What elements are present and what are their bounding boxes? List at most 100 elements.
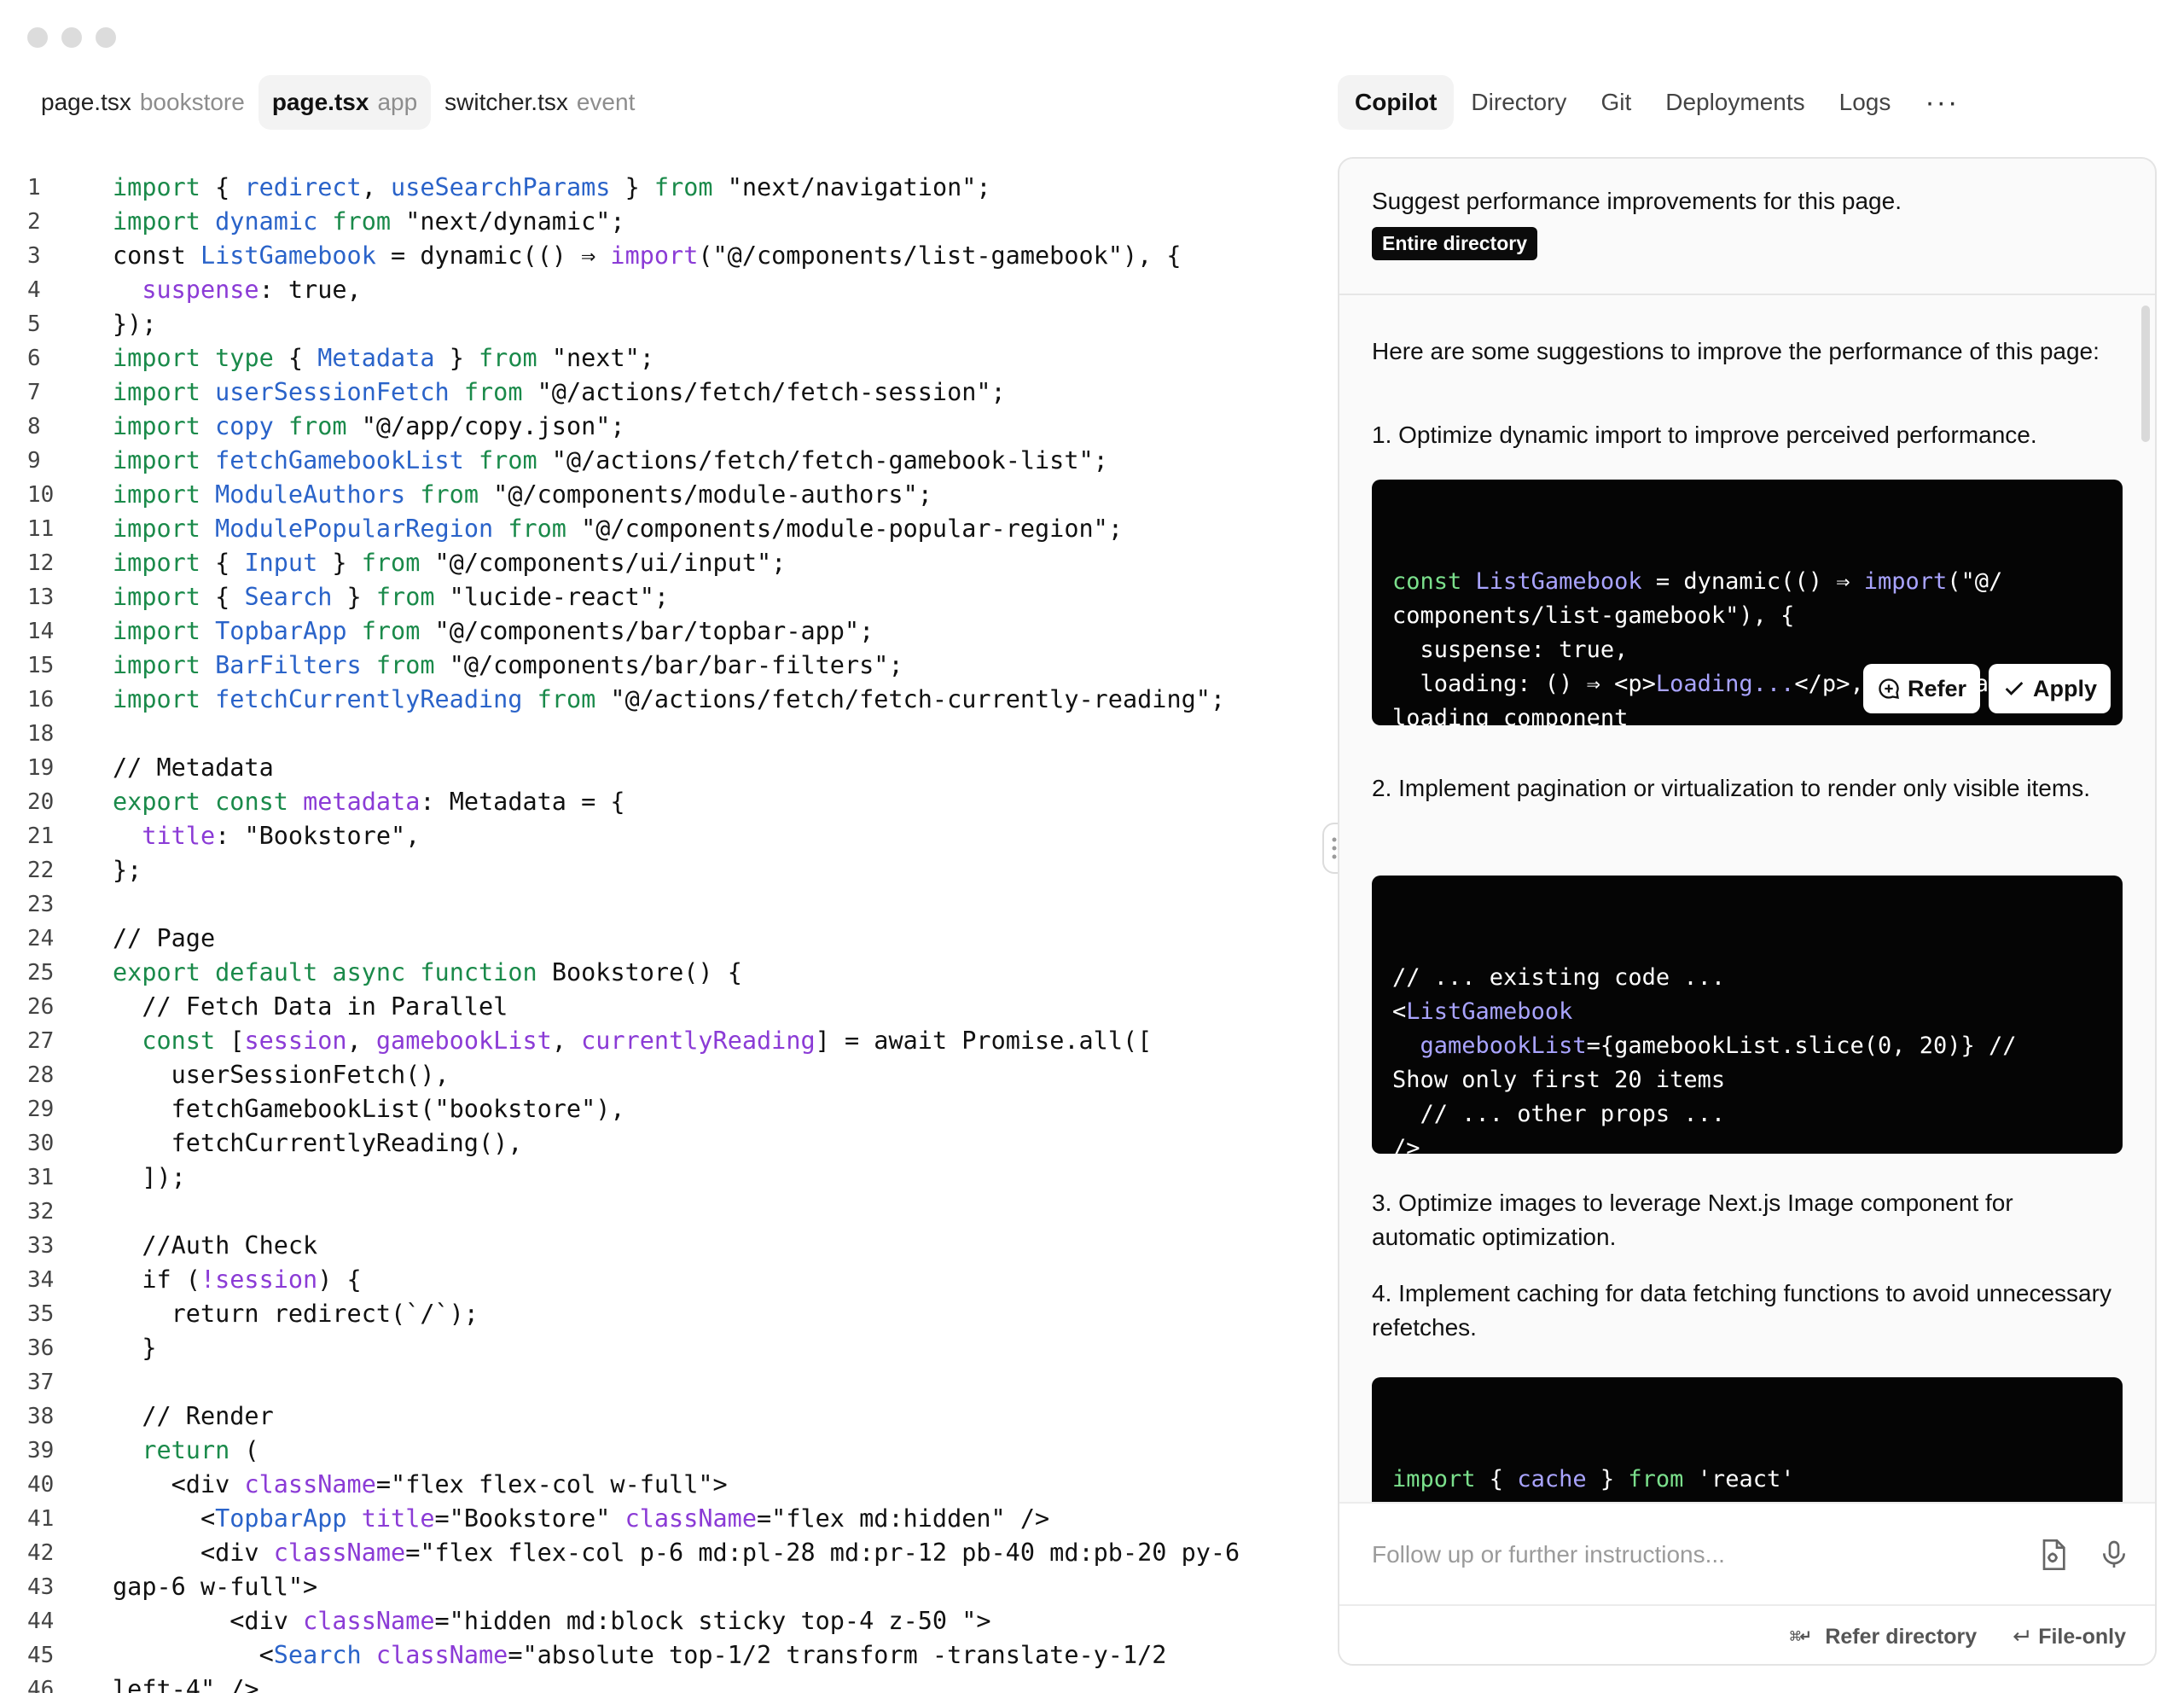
code-editor[interactable]: 1 import { redirect, useSearchParams } fr…: [0, 171, 1297, 1693]
tab-file-name: page.tsx: [41, 89, 131, 115]
tab-directory[interactable]: Directory: [1454, 75, 1583, 130]
right-panel-tabs: Copilot Directory Git Deployments Logs ···: [1338, 75, 1976, 130]
line-source: [72, 1365, 1297, 1399]
code-line: 19 // Metadata: [0, 751, 1297, 785]
code-line: 3 const ListGamebook = dynamic(() ⇒ impor…: [0, 239, 1297, 273]
snippet-token: ListGamebook: [1475, 568, 1642, 595]
code-token: ="absolute top-1/2 transform -translate-…: [508, 1641, 1167, 1669]
chat-plus-icon: [1879, 678, 1899, 699]
code-token: Input: [244, 549, 318, 577]
code-token: if (: [113, 1265, 200, 1294]
code-line: 16 import fetchCurrentlyReading from "@/a…: [0, 683, 1297, 717]
snippet-line: suspense: true,: [1392, 633, 2102, 667]
code-line: 15 import BarFilters from "@/components/b…: [0, 649, 1297, 683]
code-token: ,: [361, 173, 392, 201]
minimize-window-button[interactable]: [61, 27, 82, 48]
code-suggestion-2: // ... existing code ... <ListGamebook ga…: [1372, 876, 2123, 1154]
copilot-response[interactable]: Here are some suggestions to improve the…: [1339, 297, 2155, 1502]
line-number: 42: [27, 1540, 55, 1566]
code-token: from: [463, 378, 523, 406]
code-token: [: [215, 1027, 245, 1055]
maximize-window-button[interactable]: [96, 27, 116, 48]
code-token: import: [113, 378, 200, 406]
line-source: export default async function Bookstore(…: [72, 956, 1297, 990]
tab-copilot[interactable]: Copilot: [1338, 75, 1455, 130]
refer-directory-button[interactable]: Refer directory: [1780, 1625, 1977, 1649]
line-number: 30: [27, 1131, 55, 1156]
snippet-token: }: [1586, 1466, 1629, 1492]
editor-tab[interactable]: page.tsx app: [258, 75, 432, 130]
code-token: import: [113, 412, 200, 440]
refer-directory-label: Refer directory: [1825, 1624, 1978, 1649]
line-source: import ModulePopularRegion from "@/compo…: [72, 512, 1297, 546]
code-token: "@/components/module-popular-region";: [566, 515, 1123, 543]
snippet-token: <: [1392, 998, 1407, 1025]
code-token: async: [332, 958, 406, 986]
code-token: ] = await Promise.all([: [815, 1027, 1153, 1055]
close-window-button[interactable]: [27, 27, 48, 48]
snippet-token: import: [1392, 1466, 1476, 1492]
code-token: }: [434, 344, 479, 372]
code-token: //Auth Check: [113, 1231, 318, 1260]
line-source: <TopbarApp title="Bookstore" className="…: [72, 1502, 1297, 1536]
editor-tab[interactable]: switcher.tsx event: [431, 75, 648, 130]
snippet-token: Loading...: [1655, 671, 1795, 697]
line-number: 29: [27, 1097, 55, 1122]
tab-logs[interactable]: Logs: [1822, 75, 1908, 130]
code-token: suspense: [142, 276, 259, 304]
line-source: import { Search } from "lucide-react";: [72, 580, 1297, 614]
microphone-icon[interactable]: [2097, 1538, 2131, 1572]
code-token: userSessionFetch: [215, 378, 450, 406]
line-number: 37: [27, 1370, 55, 1395]
code-token: redirect: [244, 173, 362, 201]
snippet-line: <ListGamebook: [1392, 995, 2102, 1029]
code-line: 28 userSessionFetch(),: [0, 1058, 1297, 1092]
scope-badge[interactable]: Entire directory: [1372, 227, 1537, 260]
code-token: "@/components/module-authors";: [479, 480, 932, 509]
code-token: title: [142, 822, 216, 850]
code-token: default: [215, 958, 318, 986]
line-number: 38: [27, 1404, 55, 1429]
code-token: className: [624, 1504, 758, 1533]
code-token: import: [610, 241, 699, 270]
window-controls: [27, 27, 116, 48]
line-number: 22: [27, 858, 55, 883]
code-token: left-4" />: [113, 1675, 259, 1693]
followup-input-area: [1339, 1502, 2155, 1604]
code-line: 26 // Fetch Data in Parallel: [0, 990, 1297, 1024]
code-token: from: [375, 651, 435, 679]
snippet-token: cache: [1517, 1466, 1587, 1492]
code-line: 9 import fetchGamebookList from "@/action…: [0, 444, 1297, 478]
code-line: 1 import { redirect, useSearchParams } fr…: [0, 171, 1297, 205]
attach-file-icon[interactable]: [2036, 1538, 2070, 1572]
code-token: import: [113, 617, 200, 645]
editor-tabs: page.tsx bookstore page.tsx app switcher.tsx…: [27, 75, 648, 130]
code-token: import: [113, 344, 200, 372]
followup-input[interactable]: [1372, 1533, 1986, 1577]
line-number: 18: [27, 721, 55, 747]
refer-button[interactable]: Refer: [1862, 664, 1980, 713]
response-scrollbar[interactable]: [2141, 305, 2150, 442]
snippet-token: ListGamebook: [1406, 998, 1573, 1025]
code-token: ="hidden md:block sticky top-4 z-50 ">: [434, 1607, 991, 1635]
app-window: page.tsx bookstore page.tsx app switcher.tsx…: [0, 0, 2184, 1693]
editor-tab[interactable]: page.tsx bookstore: [27, 75, 258, 130]
code-token: {: [200, 549, 245, 577]
snippet-token: [1392, 1033, 1420, 1059]
tab-deployments[interactable]: Deployments: [1648, 75, 1821, 130]
code-token: ="flex flex-col p-6 md:pl-28 md:pr-12 pb…: [405, 1539, 1240, 1567]
line-source: import userSessionFetch from "@/actions/…: [72, 375, 1297, 410]
more-tabs-button[interactable]: ···: [1908, 75, 1976, 130]
snippet-token: loading component: [1392, 705, 1629, 725]
tab-file-name: page.tsx: [271, 89, 369, 115]
tab-git[interactable]: Git: [1583, 75, 1648, 130]
file-only-button[interactable]: File-only: [2009, 1625, 2126, 1649]
apply-button[interactable]: Apply: [1988, 664, 2111, 713]
line-source: const [session, gamebookList, currentlyR…: [72, 1024, 1297, 1058]
line-source: <div className="flex flex-col w-full">: [72, 1468, 1297, 1502]
